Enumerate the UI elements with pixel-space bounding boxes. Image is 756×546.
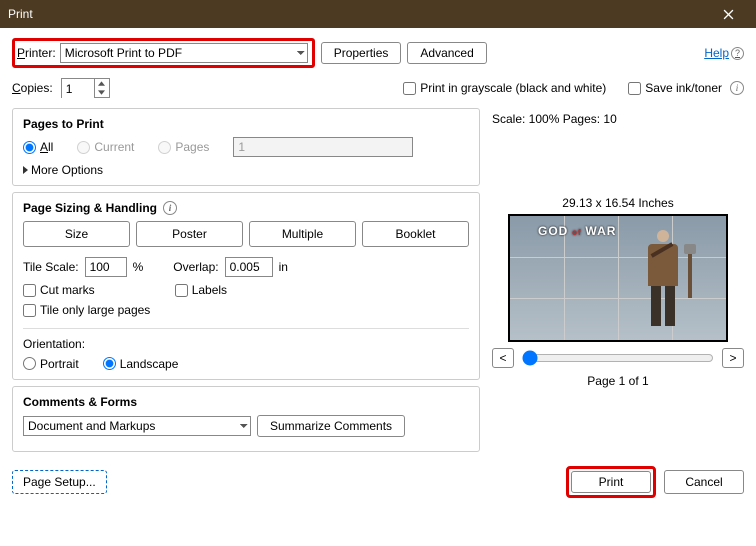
prev-page-button[interactable]: < xyxy=(492,348,514,368)
print-button[interactable]: Print xyxy=(571,471,651,493)
preview-dims: 29.13 x 16.54 Inches xyxy=(492,196,744,210)
close-icon xyxy=(723,9,734,20)
pages-title: Pages to Print xyxy=(23,117,469,131)
overlap-unit: in xyxy=(279,260,288,274)
help-text: Help xyxy=(704,46,729,60)
more-options-label: More Options xyxy=(31,163,103,177)
tile-only-checkbox[interactable]: Tile only large pages xyxy=(23,303,150,317)
game-logo: GOD of WAR xyxy=(538,224,616,238)
overlap-label: Overlap: xyxy=(173,260,218,274)
labels-checkbox[interactable]: Labels xyxy=(175,283,227,297)
help-icon: ? xyxy=(731,47,744,60)
size-button[interactable]: Size xyxy=(23,221,130,247)
printer-highlight: Printer: Microsoft Print to PDF xyxy=(12,38,315,68)
info-icon: i xyxy=(163,201,177,215)
comments-select[interactable]: Document and Markups xyxy=(23,416,251,436)
chevron-right-icon xyxy=(23,166,28,174)
more-options-toggle[interactable]: More Options xyxy=(23,163,469,177)
advanced-button[interactable]: Advanced xyxy=(407,42,486,64)
booklet-button[interactable]: Booklet xyxy=(362,221,469,247)
copies-up[interactable] xyxy=(95,79,109,88)
pages-range-radio[interactable]: Pages xyxy=(158,140,209,154)
comments-title: Comments & Forms xyxy=(23,395,469,409)
info-icon: i xyxy=(730,81,744,95)
sizing-panel: Page Sizing & Handling i Size Poster Mul… xyxy=(12,192,480,380)
printer-label: Printer: xyxy=(17,46,56,60)
preview-image: GOD of WAR xyxy=(508,214,728,342)
save-ink-checkbox[interactable]: Save ink/toner xyxy=(628,81,722,95)
orientation-title: Orientation: xyxy=(23,337,469,351)
page-setup-button[interactable]: Page Setup... xyxy=(12,470,107,494)
page-indicator: Page 1 of 1 xyxy=(492,374,744,388)
cut-marks-checkbox[interactable]: Cut marks xyxy=(23,283,95,297)
close-button[interactable] xyxy=(708,0,748,28)
multiple-button[interactable]: Multiple xyxy=(249,221,356,247)
grayscale-checkbox[interactable]: Print in grayscale (black and white) xyxy=(403,81,606,95)
window-title: Print xyxy=(8,7,33,21)
save-ink-label: Save ink/toner xyxy=(645,81,722,95)
pages-current-radio[interactable]: Current xyxy=(77,140,134,154)
preview-scale-pages: Scale: 100% Pages: 10 xyxy=(492,112,744,126)
poster-button[interactable]: Poster xyxy=(136,221,243,247)
overlap-input[interactable] xyxy=(225,257,273,277)
page-slider[interactable] xyxy=(522,350,714,366)
pages-panel: Pages to Print All Current Pages More Op… xyxy=(12,108,480,186)
pages-all-radio[interactable]: All xyxy=(23,140,53,154)
copies-down[interactable] xyxy=(95,88,109,97)
grayscale-label: Print in grayscale (black and white) xyxy=(420,81,606,95)
cancel-button[interactable]: Cancel xyxy=(664,470,744,494)
tile-scale-input[interactable] xyxy=(85,257,127,277)
copies-label: Copies: xyxy=(12,81,53,95)
portrait-radio[interactable]: Portrait xyxy=(23,357,79,371)
sizing-title: Page Sizing & Handling xyxy=(23,201,157,215)
sizing-title-row: Page Sizing & Handling i xyxy=(23,201,469,215)
pages-range-input[interactable] xyxy=(233,137,413,157)
tile-scale-label: Tile Scale: xyxy=(23,260,79,274)
next-page-button[interactable]: > xyxy=(722,348,744,368)
print-highlight: Print xyxy=(566,466,656,498)
comments-panel: Comments & Forms Document and Markups Su… xyxy=(12,386,480,452)
properties-button[interactable]: Properties xyxy=(321,42,402,64)
summarize-button[interactable]: Summarize Comments xyxy=(257,415,405,437)
percent-label: % xyxy=(133,260,144,274)
copies-input[interactable] xyxy=(62,79,94,99)
help-link[interactable]: Help ? xyxy=(704,46,744,60)
titlebar: Print xyxy=(0,0,756,28)
character-illustration xyxy=(640,230,686,334)
copies-spinner[interactable] xyxy=(61,78,110,98)
landscape-radio[interactable]: Landscape xyxy=(103,357,179,371)
printer-select[interactable]: Microsoft Print to PDF xyxy=(60,43,308,63)
